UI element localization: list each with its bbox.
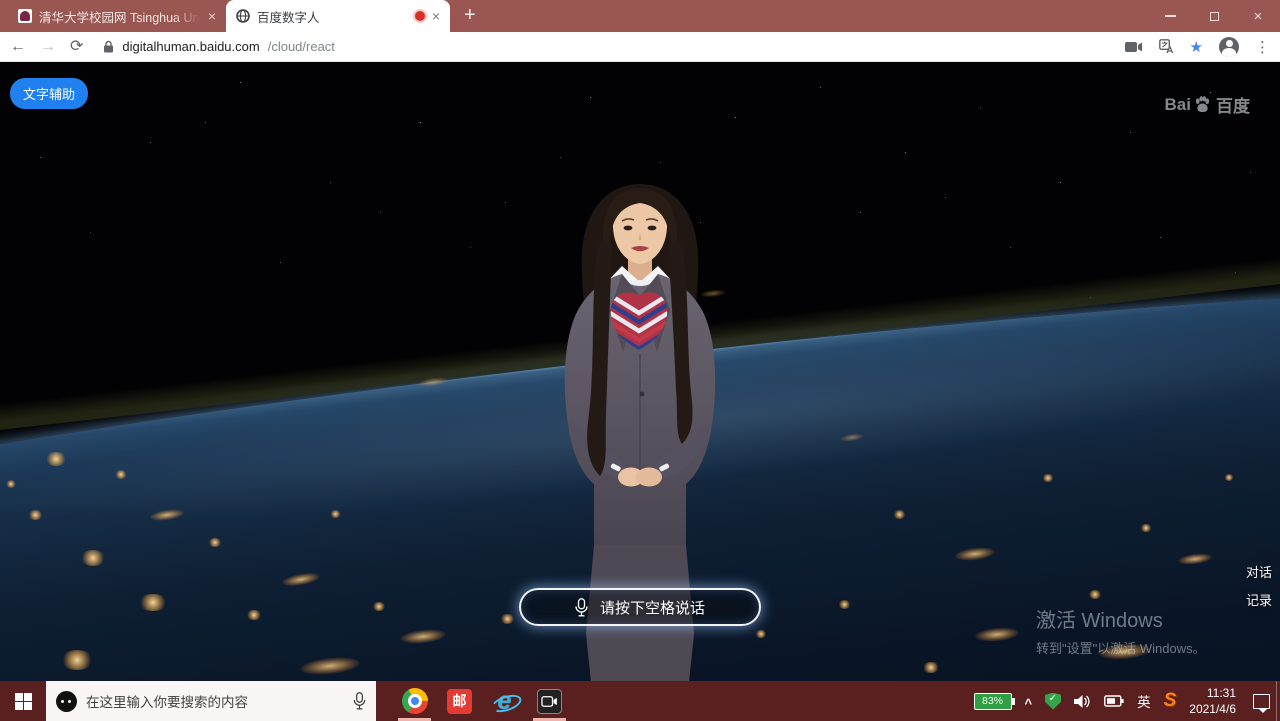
windows-logo-icon bbox=[15, 693, 32, 710]
chrome-icon bbox=[402, 688, 428, 714]
tab-title: 清华大学校园网 Tsinghua Univ bbox=[39, 7, 201, 26]
baidu-du-text: 百度 bbox=[1216, 92, 1250, 117]
city-light bbox=[208, 538, 222, 547]
reload-icon[interactable]: ⟳ bbox=[70, 39, 83, 55]
taskbar-apps: 邮 e bbox=[392, 681, 572, 721]
city-light bbox=[922, 662, 940, 673]
defender-shield-icon[interactable] bbox=[1045, 693, 1061, 710]
tab-close-icon[interactable]: × bbox=[208, 9, 216, 23]
window-controls: × bbox=[1148, 0, 1280, 32]
screen-recorder-icon bbox=[537, 689, 562, 714]
baidu-paw-icon bbox=[1193, 95, 1212, 114]
city-light bbox=[372, 602, 386, 611]
toolbar-actions: ★ ⋮ bbox=[1125, 37, 1270, 57]
close-button[interactable]: × bbox=[1236, 0, 1280, 32]
windows-activation-watermark: 激活 Windows 转到"设置"以激活 Windows。 bbox=[1036, 604, 1206, 657]
city-light bbox=[330, 510, 341, 518]
city-light bbox=[6, 480, 16, 488]
tray-expand-icon[interactable]: ^ bbox=[1025, 696, 1033, 711]
taskbar-chrome-button[interactable] bbox=[392, 681, 437, 721]
side-panel-tabs: 对话 记录 bbox=[1246, 562, 1272, 609]
city-light bbox=[1088, 590, 1102, 599]
maximize-icon bbox=[1210, 12, 1219, 21]
browser-toolbar: ← → ⟳ digitalhuman.baidu.com/cloud/react… bbox=[0, 32, 1280, 62]
battery-status-icon[interactable]: 83% bbox=[974, 693, 1012, 710]
url-path: /cloud/react bbox=[268, 39, 335, 54]
windows-taskbar: 在这里输入你要搜索的内容 邮 e 83% ^ bbox=[0, 681, 1280, 721]
recording-indicator-icon bbox=[415, 11, 425, 21]
city-light bbox=[838, 600, 851, 609]
browser-menu-icon[interactable]: ⋮ bbox=[1255, 38, 1270, 56]
push-to-talk-button[interactable]: 请按下空格说话 bbox=[519, 588, 761, 626]
profile-avatar-icon[interactable] bbox=[1219, 37, 1239, 57]
tsinghua-favicon-icon bbox=[18, 9, 32, 23]
side-tab-record[interactable]: 记录 bbox=[1246, 590, 1272, 609]
show-desktop-button[interactable] bbox=[1276, 681, 1280, 721]
minimize-icon bbox=[1165, 15, 1176, 17]
tab-tsinghua[interactable]: 清华大学校园网 Tsinghua Univ × bbox=[8, 0, 226, 32]
taskbar-mail-button[interactable]: 邮 bbox=[437, 681, 482, 721]
city-light bbox=[45, 452, 67, 466]
city-light bbox=[80, 550, 106, 566]
baidu-bai-text: Bai bbox=[1165, 95, 1191, 115]
clock-time: 11:31 bbox=[1189, 685, 1236, 701]
activation-subtitle: 转到"设置"以激活 Windows。 bbox=[1036, 638, 1206, 657]
maximize-button[interactable] bbox=[1192, 0, 1236, 32]
activation-title: 激活 Windows bbox=[1036, 604, 1206, 633]
input-language-indicator[interactable]: 英 bbox=[1137, 691, 1151, 711]
tab-title: 百度数字人 bbox=[257, 7, 408, 26]
text-assist-button[interactable]: 文字辅助 bbox=[10, 78, 88, 109]
clock-date: 2021/4/6 bbox=[1189, 701, 1236, 717]
new-tab-button[interactable]: + bbox=[464, 5, 476, 25]
lock-icon bbox=[103, 40, 114, 53]
address-bar[interactable]: digitalhuman.baidu.com/cloud/react bbox=[97, 35, 1110, 59]
city-light bbox=[138, 594, 168, 611]
baidu-watermark: Bai 百度 bbox=[1165, 92, 1250, 117]
city-light bbox=[893, 510, 906, 519]
taskbar-clock[interactable]: 11:31 2021/4/6 bbox=[1189, 685, 1236, 717]
back-icon[interactable]: ← bbox=[10, 39, 26, 55]
taskbar-camera-button[interactable] bbox=[527, 681, 572, 721]
start-button[interactable] bbox=[0, 681, 46, 721]
sogou-input-icon[interactable]: S bbox=[1164, 690, 1177, 712]
forward-icon[interactable]: → bbox=[40, 39, 56, 55]
bookmark-star-icon[interactable]: ★ bbox=[1190, 38, 1203, 56]
cortana-icon bbox=[56, 691, 77, 712]
city-light bbox=[246, 610, 262, 620]
microphone-icon bbox=[575, 598, 588, 617]
page-viewport: 文字辅助 Bai 百度 请按下空格说话 对话 记录 激活 Windows 转到"… bbox=[0, 62, 1280, 681]
globe-favicon-icon bbox=[236, 9, 250, 23]
system-tray: 83% ^ 英 S 11:31 2021/4/6 bbox=[974, 681, 1277, 721]
battery-tray-icon[interactable] bbox=[1104, 695, 1124, 707]
translate-icon[interactable] bbox=[1159, 39, 1174, 54]
tab-capture-icon[interactable] bbox=[1125, 41, 1143, 53]
search-placeholder: 在这里输入你要搜索的内容 bbox=[86, 691, 344, 711]
mail-app-icon: 邮 bbox=[447, 689, 472, 714]
taskbar-ie-button[interactable]: e bbox=[482, 681, 527, 721]
search-mic-icon[interactable] bbox=[353, 692, 366, 710]
action-center-icon[interactable] bbox=[1253, 694, 1270, 709]
volume-icon[interactable] bbox=[1074, 694, 1091, 709]
tab-close-icon[interactable]: × bbox=[432, 9, 440, 23]
city-light bbox=[1042, 474, 1054, 482]
starfield bbox=[0, 62, 1, 63]
city-light bbox=[60, 650, 94, 670]
browser-titlebar: 清华大学校园网 Tsinghua Univ × 百度数字人 × + × bbox=[0, 0, 1280, 32]
city-light bbox=[1140, 524, 1152, 532]
city-light bbox=[28, 510, 43, 520]
url-host: digitalhuman.baidu.com bbox=[122, 39, 259, 54]
internet-explorer-icon: e bbox=[491, 687, 519, 715]
push-to-talk-label: 请按下空格说话 bbox=[600, 597, 705, 618]
taskbar-search-input[interactable]: 在这里输入你要搜索的内容 bbox=[46, 681, 376, 721]
side-tab-dialog[interactable]: 对话 bbox=[1246, 562, 1272, 581]
city-light bbox=[115, 470, 127, 479]
minimize-button[interactable] bbox=[1148, 0, 1192, 32]
city-light bbox=[1224, 474, 1234, 481]
tab-digital-human[interactable]: 百度数字人 × bbox=[226, 0, 450, 32]
